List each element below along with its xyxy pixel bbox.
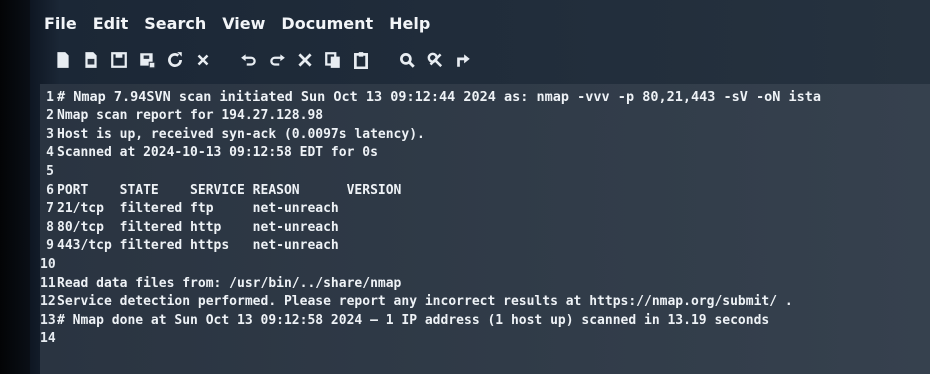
menu-help[interactable]: Help (389, 14, 430, 33)
line-number: 5 (46, 163, 54, 179)
line-number: 1 (46, 89, 54, 105)
editor-window: File Edit Search View Document Help 1 # N… (0, 0, 930, 374)
editor-line[interactable]: 9 443/tcp filtered https net-unreach (40, 237, 339, 255)
new-file-icon[interactable] (50, 47, 76, 73)
menu-edit[interactable]: Edit (93, 14, 129, 33)
paste-icon[interactable] (348, 47, 374, 73)
editor-line[interactable]: 11 Read data files from: /usr/bin/../shar… (40, 274, 401, 292)
line-number: 13 (40, 312, 56, 328)
editor-line[interactable]: 2 Nmap scan report for 194.27.128.98 (40, 107, 323, 125)
editor-line[interactable]: 3 Host is up, received syn-ack (0.0097s l… (40, 125, 425, 143)
menu-search[interactable]: Search (144, 14, 206, 33)
line-number: 10 (40, 256, 56, 272)
line-text: # Nmap done at Sun Oct 13 09:12:58 2024 … (57, 312, 770, 328)
open-file-icon[interactable] (78, 47, 104, 73)
line-number: 11 (40, 275, 56, 291)
line-number: 8 (46, 219, 54, 235)
menu-bar: File Edit Search View Document Help (44, 8, 430, 38)
search-icon[interactable] (394, 47, 420, 73)
cut-icon[interactable] (292, 47, 318, 73)
save-as-icon[interactable] (134, 47, 160, 73)
editor-line[interactable]: 1 # Nmap 7.94SVN scan initiated Sun Oct 1… (40, 88, 821, 106)
menu-view[interactable]: View (222, 14, 265, 33)
screen-bezel (0, 0, 30, 374)
toolbar (50, 46, 478, 74)
editor-line[interactable]: 7 21/tcp filtered ftp net-unreach (40, 200, 339, 218)
line-text: Service detection performed. Please repo… (57, 294, 793, 310)
save-icon[interactable] (106, 47, 132, 73)
line-text: Scanned at 2024-10-13 09:12:58 EDT for 0… (57, 145, 378, 161)
line-text: Read data files from: /usr/bin/../share/… (57, 275, 402, 291)
replace-icon[interactable] (422, 47, 448, 73)
editor-line[interactable]: 13 # Nmap done at Sun Oct 13 09:12:58 202… (40, 311, 769, 329)
close-icon[interactable] (190, 47, 216, 73)
text-editor-area[interactable]: 1 # Nmap 7.94SVN scan initiated Sun Oct 1… (40, 84, 930, 374)
line-text: 21/tcp filtered ftp net-unreach (57, 201, 339, 217)
undo-icon[interactable] (236, 47, 262, 73)
line-text: 80/tcp filtered http net-unreach (57, 219, 339, 235)
redo-icon[interactable] (264, 47, 290, 73)
copy-icon[interactable] (320, 47, 346, 73)
line-text: Host is up, received syn-ack (0.0097s la… (57, 126, 425, 142)
reload-icon[interactable] (162, 47, 188, 73)
line-number: 7 (46, 201, 54, 217)
menu-document[interactable]: Document (281, 14, 373, 33)
line-text: 443/tcp filtered https net-unreach (57, 238, 339, 254)
line-number: 12 (40, 294, 56, 310)
menu-file[interactable]: File (44, 14, 77, 33)
line-number: 6 (46, 182, 54, 198)
line-number: 3 (46, 126, 54, 142)
editor-line[interactable]: 4 Scanned at 2024-10-13 09:12:58 EDT for … (40, 144, 378, 162)
line-text: Nmap scan report for 194.27.128.98 (57, 108, 324, 124)
line-number: 2 (46, 108, 54, 124)
line-number: 4 (46, 145, 54, 161)
line-number: 9 (46, 238, 54, 254)
editor-line[interactable]: 8 80/tcp filtered http net-unreach (40, 218, 339, 236)
editor-line[interactable]: 10 (40, 255, 57, 273)
editor-line[interactable]: 12 Service detection performed. Please re… (40, 293, 793, 311)
goto-icon[interactable] (450, 47, 476, 73)
editor-line[interactable]: 14 (40, 330, 57, 348)
line-text: PORT STATE SERVICE REASON VERSION (57, 182, 402, 198)
editor-line[interactable]: 6 PORT STATE SERVICE REASON VERSION (40, 181, 401, 199)
line-text: # Nmap 7.94SVN scan initiated Sun Oct 13… (57, 89, 822, 105)
editor-line[interactable]: 5 (40, 162, 57, 180)
line-number: 14 (40, 331, 56, 347)
